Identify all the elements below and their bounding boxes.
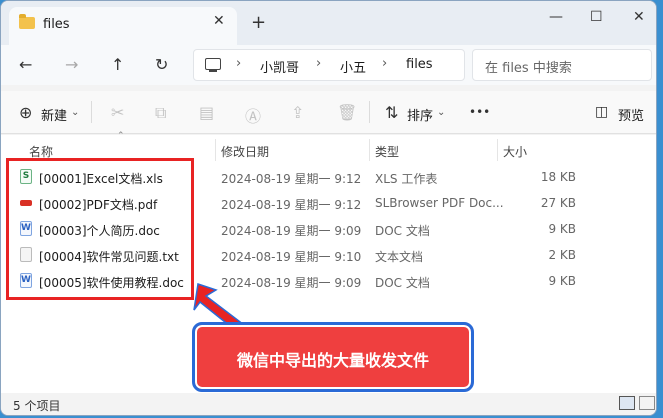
annotation-callout: 微信中导出的大量收发文件	[192, 322, 474, 392]
annotation-text: 微信中导出的大量收发文件	[236, 351, 429, 370]
